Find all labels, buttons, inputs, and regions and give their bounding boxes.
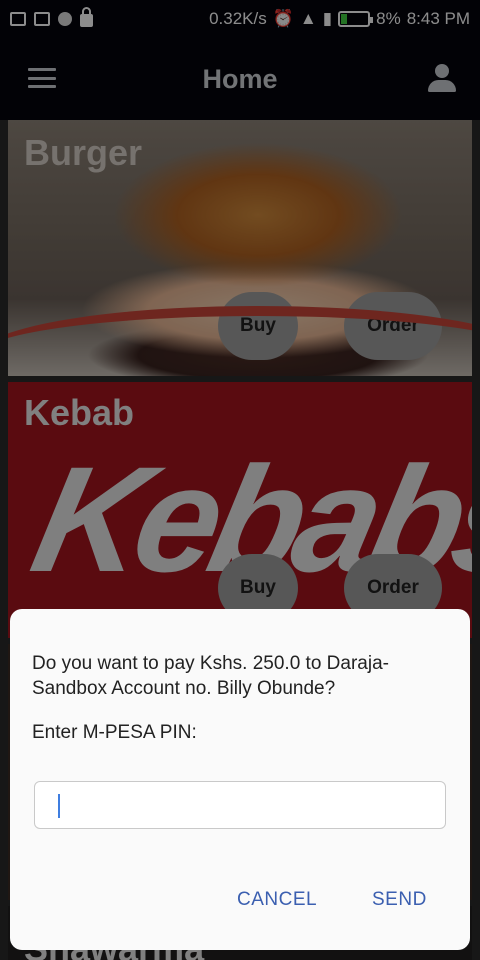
send-button[interactable]: SEND (372, 889, 427, 911)
pin-input[interactable] (34, 781, 446, 829)
dialog-message: Do you want to pay Kshs. 250.0 to Daraja… (32, 653, 389, 699)
text-cursor (58, 794, 60, 818)
cancel-button[interactable]: CANCEL (237, 889, 317, 911)
mpesa-pin-dialog: Do you want to pay Kshs. 250.0 to Daraja… (10, 609, 470, 950)
pin-label: Enter M-PESA PIN: (32, 722, 197, 743)
